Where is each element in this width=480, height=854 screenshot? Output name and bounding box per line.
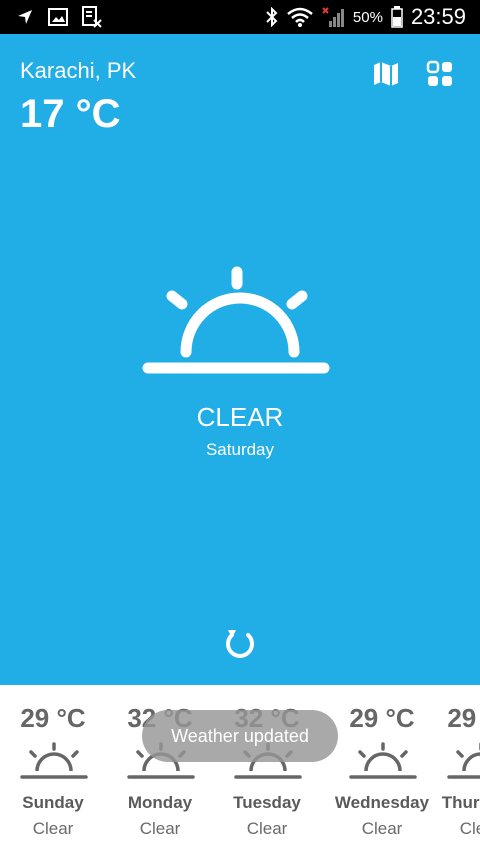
battery-percentage: 50%	[352, 8, 383, 26]
weather-screen: 50% 23:59 Karachi, PK 17 °C CLEAR Saturd…	[0, 0, 480, 854]
condition-label: CLEAR	[196, 402, 284, 432]
notification-icon	[82, 6, 102, 28]
current-weather-panel: Karachi, PK 17 °C CLEAR Saturday	[0, 34, 480, 685]
forecast-condition: Clear	[246, 819, 288, 838]
battery-icon	[391, 6, 403, 28]
forecast-temperature: 29 °C	[349, 703, 415, 733]
signal-icon	[322, 7, 344, 27]
day-label: Saturday	[205, 440, 275, 459]
forecast-item[interactable]: 29 °C Thursday Clear	[430, 685, 480, 854]
status-bar: 50% 23:59	[0, 0, 480, 34]
toast-message: Weather updated	[142, 710, 338, 762]
clear-sun-icon	[447, 742, 480, 779]
location-label: Karachi, PK	[20, 58, 137, 83]
status-bar-right: 50% 23:59	[265, 4, 466, 30]
clear-sun-icon	[20, 742, 88, 779]
bluetooth-icon	[266, 7, 278, 27]
navigation-icon	[18, 10, 32, 24]
grid-icon[interactable]	[426, 60, 454, 88]
refresh-icon[interactable]	[222, 626, 258, 662]
forecast-temperature: 29 °C	[447, 703, 480, 733]
forecast-condition: Clear	[361, 819, 403, 838]
clear-sun-icon	[349, 742, 417, 779]
forecast-day: Thursday	[441, 793, 480, 812]
map-icon[interactable]	[372, 60, 400, 88]
forecast-item[interactable]: 29 °C Wednesday Clear	[332, 685, 432, 854]
status-time: 23:59	[410, 4, 466, 29]
image-icon	[48, 8, 68, 26]
forecast-day: Sunday	[22, 793, 84, 812]
wifi-icon	[287, 7, 313, 27]
clear-sun-icon	[142, 266, 330, 374]
forecast-day: Wednesday	[334, 793, 430, 812]
status-bar-left	[16, 6, 102, 28]
forecast-item[interactable]: 29 °C Sunday Clear	[3, 685, 103, 854]
forecast-condition: Clear	[459, 819, 480, 838]
current-temperature: 17 °C	[20, 92, 121, 136]
forecast-temperature: 29 °C	[20, 703, 86, 733]
forecast-condition: Clear	[32, 819, 74, 838]
forecast-condition: Clear	[139, 819, 181, 838]
forecast-day: Monday	[127, 793, 193, 812]
forecast-day: Tuesday	[233, 793, 301, 812]
